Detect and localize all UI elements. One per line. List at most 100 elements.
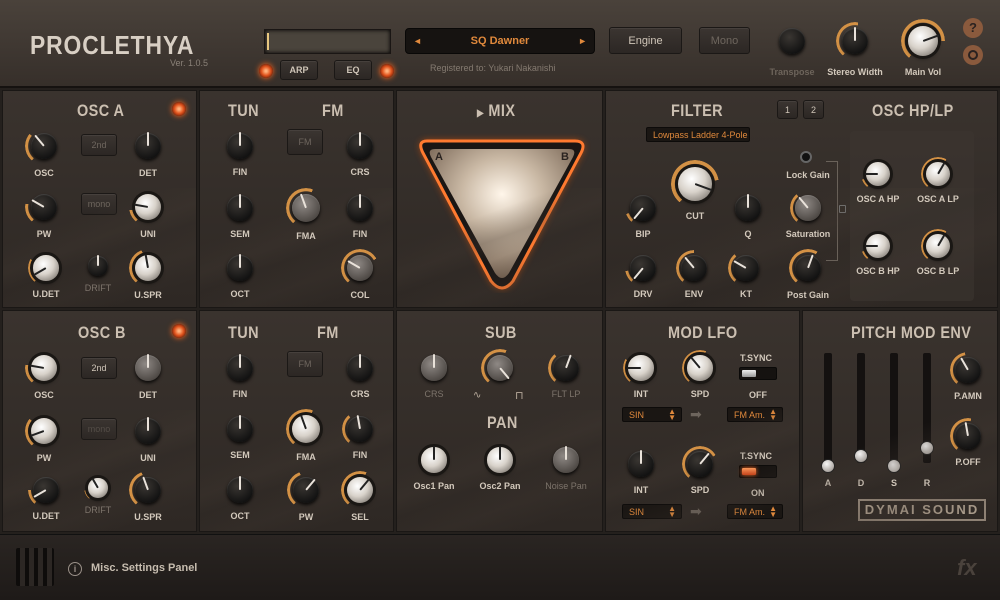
fm-b-sel-knob[interactable] [341,471,379,509]
fm-a-fma-knob[interactable] [286,188,326,228]
logo: PROCLETHYA [30,30,195,60]
osc-b-pw-knob[interactable] [25,412,63,450]
filter-type-dropdown[interactable]: Lowpass Ladder 4-Pole [646,127,750,142]
eq-led[interactable] [380,64,394,78]
info-icon[interactable]: i [68,562,82,576]
filter-saturation-knob[interactable] [790,190,826,226]
transpose-knob[interactable] [774,23,810,59]
osc-b-hp-knob[interactable] [861,229,895,263]
lfo1-dest-dropdown[interactable]: FM Am. ▲ ▼ [727,407,783,422]
help-icon[interactable]: ? [963,18,983,38]
osc-a-uni-knob[interactable] [129,188,167,226]
osc-b-osc-knob[interactable] [25,349,63,387]
lfo2-shape-dropdown[interactable]: SIN ▲ ▼ [622,504,682,519]
lfo2-dest-dropdown[interactable]: FM Am. ▲ ▼ [727,504,783,519]
filter-post-gain-knob[interactable] [789,249,827,287]
osc-a-power-led[interactable] [172,102,186,116]
lfo1-shape-dropdown[interactable]: SIN ▲ ▼ [622,407,682,422]
fm-b-crs-knob[interactable] [342,350,378,386]
main-vol-knob[interactable] [901,19,945,63]
tun-b-fin-knob[interactable] [222,350,258,386]
lfo2-int-knob[interactable] [623,446,659,482]
lfo2-tsync-switch[interactable] [739,465,777,478]
fm-b-fin-knob[interactable] [342,411,378,447]
fx-button[interactable]: fx [957,555,977,581]
tun-a-sem-knob[interactable] [222,190,258,226]
env-d-slider[interactable] [854,353,868,463]
preset-next-arrow[interactable]: ► [578,36,587,46]
filter-bip-knob[interactable] [625,190,661,226]
osc-a-drift-knob[interactable] [84,252,112,280]
osc-b-uspr-knob[interactable] [129,471,167,509]
lfo2-spd-knob[interactable] [682,446,718,482]
osc-a-2nd-button[interactable]: 2nd [81,134,117,156]
tun-a-fin-knob[interactable] [222,128,258,164]
osc-b-det-knob[interactable] [129,349,167,387]
fm-a-crs-knob[interactable] [342,128,378,164]
osc-a-pw-knob[interactable] [25,188,63,226]
stereo-width-knob[interactable] [836,22,874,60]
tun-b-sem-knob[interactable] [222,411,258,447]
arp-button[interactable]: ARP [280,60,318,80]
osc-b-title: OSC B [78,323,126,342]
osc-a-mono-button[interactable]: mono [81,193,117,215]
eq-button[interactable]: EQ [334,60,372,80]
filter-tab-2[interactable]: 2 [803,100,824,119]
filter-q-knob[interactable] [730,190,766,226]
fm-b-fma-knob[interactable] [286,409,326,449]
osc-b-power-led[interactable] [172,324,186,338]
fm-a-button[interactable]: FM [287,129,323,155]
env-r-slider[interactable] [920,353,934,463]
osc-b-drift-knob[interactable] [84,474,112,502]
lfo1-tsync-switch[interactable] [739,367,777,380]
filter-tab-1[interactable]: 1 [777,100,798,119]
lfo1-state: OFF [749,390,767,400]
osc-b-hp-label: OSC B HP [856,266,900,276]
osc-b-mono-button[interactable]: mono [81,418,117,440]
fm-a-col-knob[interactable] [341,249,379,287]
sub-main-knob[interactable] [481,349,519,387]
settings-gear-icon[interactable] [963,45,983,65]
engine-button[interactable]: Engine [609,27,682,54]
fm-b-button[interactable]: FM [287,351,323,377]
osc-b-uni-knob[interactable] [129,412,167,450]
pan-noise-knob[interactable] [548,442,584,478]
filter-env-label: ENV [684,289,704,299]
preset-selector[interactable]: ◄ SQ Dawner ► [405,28,595,54]
osc-b-udet-knob[interactable] [28,472,64,508]
pan-osc2-knob[interactable] [482,442,518,478]
panel-grip-icon[interactable] [16,548,54,586]
lock-gain-toggle[interactable] [800,151,812,163]
lock-icon [839,205,846,213]
osc-a-pw-label: PW [36,229,52,239]
fm-b-pw-knob[interactable] [287,471,325,509]
sub-crs-knob[interactable] [416,350,452,386]
env-a-slider[interactable] [821,353,835,473]
tun-a-oct-knob[interactable] [222,250,258,286]
osc-b-2nd-button[interactable]: 2nd [81,357,117,379]
osc-b-lp-knob[interactable] [921,229,955,263]
lfo1-spd-knob[interactable] [682,350,718,386]
pitch-env-poff-knob[interactable] [950,418,986,454]
pitch-env-pamn-knob[interactable] [950,352,986,388]
osc-a-osc-knob[interactable] [25,127,63,165]
mono-button[interactable]: Mono [699,27,750,54]
osc-a-lp-knob[interactable] [921,157,955,191]
arp-led[interactable] [259,64,273,78]
filter-env-knob[interactable] [676,250,712,286]
osc-a-udet-knob[interactable] [28,250,64,286]
misc-settings-label[interactable]: Misc. Settings Panel [91,562,197,574]
lfo1-int-knob[interactable] [623,350,659,386]
lfo1-int-label: INT [633,389,649,399]
osc-a-uspr-knob[interactable] [129,249,167,287]
filter-drv-knob[interactable] [625,250,661,286]
osc-a-hp-knob[interactable] [861,157,895,191]
sub-flt-lp-knob[interactable] [548,350,584,386]
fm-a-fin-knob[interactable] [342,190,378,226]
filter-kt-knob[interactable] [728,250,764,286]
osc-a-det-knob[interactable] [129,127,167,165]
filter-cut-knob[interactable] [671,160,719,208]
env-s-slider[interactable] [887,353,901,473]
pan-osc1-knob[interactable] [416,442,452,478]
tun-b-oct-knob[interactable] [222,472,258,508]
